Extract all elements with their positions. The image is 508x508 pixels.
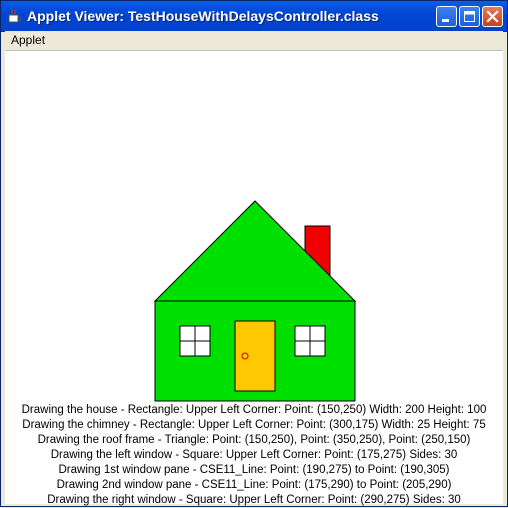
log-line: Drawing the house - Rectangle: Upper Lef…: [21, 404, 487, 416]
door: [234, 320, 276, 392]
close-icon: [486, 10, 499, 23]
maximize-button[interactable]: [459, 6, 480, 27]
minimize-icon: [442, 19, 449, 22]
log-line: Drawing 2nd window pane - CSE11_Line: Po…: [56, 479, 452, 491]
title-bar[interactable]: Applet Viewer: TestHouseWithDelaysContro…: [1, 1, 507, 32]
log-line: Drawing the roof frame - Triangle: Point…: [37, 434, 471, 446]
log-line: Drawing the right window - Square: Upper…: [47, 494, 461, 506]
applet-canvas[interactable]: Drawing the house - Rectangle: Upper Lef…: [5, 51, 503, 506]
drawing-log: Drawing the house - Rectangle: Upper Lef…: [5, 403, 503, 508]
close-button[interactable]: [482, 6, 503, 27]
maximize-icon: [464, 11, 475, 22]
log-line: Drawing 1st window pane - CSE11_Line: Po…: [58, 464, 450, 476]
minimize-button[interactable]: [436, 6, 457, 27]
java-cup-icon: [8, 9, 22, 23]
log-line: Drawing the chimney - Rectangle: Upper L…: [22, 419, 486, 431]
menu-applet[interactable]: Applet: [11, 33, 45, 47]
menu-bar: Applet: [5, 31, 503, 51]
log-line: Drawing the left window - Square: Upper …: [50, 449, 458, 461]
applet-viewer-window: Applet Viewer: TestHouseWithDelaysContro…: [0, 0, 508, 507]
window-title: Applet Viewer: TestHouseWithDelaysContro…: [27, 8, 379, 24]
